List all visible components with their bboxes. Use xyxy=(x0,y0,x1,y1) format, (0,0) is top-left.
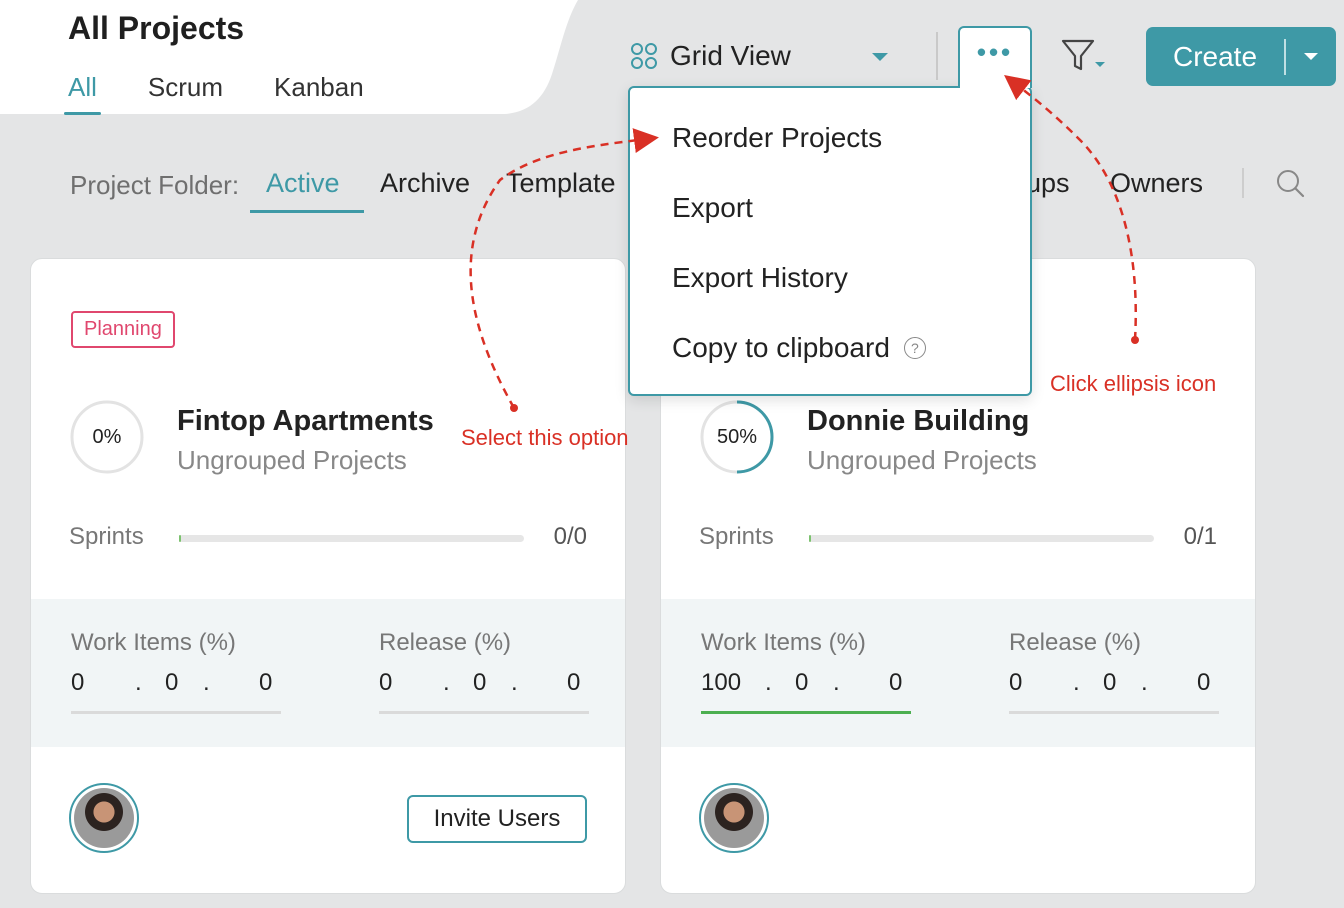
create-button-label: Create xyxy=(1172,40,1258,72)
separator-dot: . xyxy=(135,669,142,696)
progress-percent: 50% xyxy=(716,426,758,448)
active-folder-indicator xyxy=(250,210,364,213)
menu-item-label: Export xyxy=(672,192,753,223)
release-value: 0 xyxy=(1103,669,1117,696)
release-bar xyxy=(1009,711,1219,714)
release-value: 0 xyxy=(473,669,487,696)
view-selector[interactable]: Grid View xyxy=(630,40,888,72)
folder-archive[interactable]: Archive xyxy=(380,168,470,199)
annotation-click-ellipsis: Click ellipsis icon xyxy=(1050,371,1217,396)
project-name[interactable]: Donnie Building xyxy=(807,405,1029,438)
release-value: 0 xyxy=(1197,669,1211,696)
menu-item-label: Reorder Projects xyxy=(672,122,883,153)
progress-percent: 0% xyxy=(92,426,122,448)
release-stat: Release (%) 0 . 0 . 0 xyxy=(1009,629,1219,714)
help-icon[interactable]: ? xyxy=(903,337,926,359)
chevron-down-icon xyxy=(872,53,888,61)
separator-dot: . xyxy=(765,669,772,696)
sprints-label: Sprints xyxy=(699,523,774,550)
project-group: Ungrouped Projects xyxy=(177,445,407,475)
release-values: 0 . 0 . 0 xyxy=(379,669,589,701)
work-items-value: 100 xyxy=(701,669,742,696)
search-button[interactable] xyxy=(1275,168,1307,205)
view-selector-label: Grid View xyxy=(670,40,791,71)
create-button[interactable]: Create xyxy=(1146,27,1336,86)
invite-users-button[interactable]: Invite Users xyxy=(407,795,587,843)
work-items-bar xyxy=(71,711,281,714)
release-values: 0 . 0 . 0 xyxy=(1009,669,1219,701)
work-items-value: 0 xyxy=(165,669,179,696)
avatar[interactable] xyxy=(699,783,769,853)
sprints-count: 0/1 xyxy=(1183,523,1217,550)
project-group: Ungrouped Projects xyxy=(807,445,1037,475)
chevron-down-icon xyxy=(1304,53,1318,60)
toolbar-divider xyxy=(936,32,938,80)
header-panel: All Projects All Scrum Kanban xyxy=(0,0,580,115)
work-items-bar xyxy=(701,711,911,714)
separator-dot: . xyxy=(443,669,450,696)
page-title: All Projects xyxy=(68,10,245,46)
sprints-label: Sprints xyxy=(69,523,144,550)
work-items-value: 0 xyxy=(889,669,903,696)
work-items-label: Work Items (%) xyxy=(71,629,236,656)
menu-item-label: Export History xyxy=(672,262,848,293)
work-items-values: 100 . 0 . 0 xyxy=(701,669,911,701)
avatar-image xyxy=(74,788,134,848)
stats-panel: Work Items (%) 100 . 0 . 0 Release (%) 0… xyxy=(661,599,1255,747)
more-options-button[interactable]: ••• xyxy=(958,26,1032,88)
avatar[interactable] xyxy=(69,783,139,853)
release-stat: Release (%) 0 . 0 . 0 xyxy=(379,629,589,714)
project-type-tabs: All Scrum Kanban xyxy=(64,72,415,115)
release-value: 0 xyxy=(567,669,581,696)
release-label: Release (%) xyxy=(379,629,512,656)
release-label: Release (%) xyxy=(1009,629,1142,656)
release-value: 0 xyxy=(379,669,393,696)
create-dropdown-toggle[interactable] xyxy=(1286,53,1336,60)
separator-dot: . xyxy=(511,669,518,696)
release-value: 0 xyxy=(1009,669,1023,696)
menu-item-reorder-projects[interactable]: Reorder Projects xyxy=(672,122,882,154)
ellipsis-icon: ••• xyxy=(976,37,1014,67)
stats-panel: Work Items (%) 0 . 0 . 0 Release (%) 0 .… xyxy=(31,599,625,747)
separator-dot: . xyxy=(203,669,210,696)
tab-all[interactable]: All xyxy=(64,72,101,115)
work-items-stat: Work Items (%) 0 . 0 . 0 xyxy=(71,629,281,714)
status-badge: Planning xyxy=(71,311,175,348)
sprints-progress-bar xyxy=(809,535,1154,542)
search-icon xyxy=(1277,170,1305,198)
separator-dot: . xyxy=(1073,669,1080,696)
avatar-image xyxy=(704,788,764,848)
menu-item-copy-to-clipboard[interactable]: Copy to clipboard ? xyxy=(672,332,926,364)
menu-item-export[interactable]: Export xyxy=(672,192,753,224)
grid-icon xyxy=(631,43,657,69)
folder-groups[interactable]: ups xyxy=(1026,168,1070,199)
more-options-menu: Reorder Projects Export Export History C… xyxy=(628,86,1032,396)
project-name[interactable]: Fintop Apartments xyxy=(177,405,434,438)
filter-icon xyxy=(1061,39,1105,71)
menu-item-export-history[interactable]: Export History xyxy=(672,262,848,294)
work-items-value: 0 xyxy=(259,669,273,696)
menu-item-label: Copy to clipboard xyxy=(672,332,890,363)
sprints-count: 0/0 xyxy=(553,523,587,550)
filter-button[interactable] xyxy=(1060,38,1108,79)
project-card[interactable]: Planning 0% Fintop Apartments Ungrouped … xyxy=(30,258,626,894)
annotation-select-option: Select this option xyxy=(461,425,629,450)
folder-bar-divider xyxy=(1242,168,1244,198)
work-items-label: Work Items (%) xyxy=(701,629,866,656)
release-bar xyxy=(379,711,589,714)
sprints-progress-bar xyxy=(179,535,524,542)
separator-dot: . xyxy=(1141,669,1148,696)
folder-owners[interactable]: Owners xyxy=(1110,168,1203,199)
folder-template[interactable]: Template xyxy=(506,168,616,199)
work-items-value: 0 xyxy=(795,669,809,696)
project-folder-label: Project Folder: xyxy=(70,170,240,200)
work-items-values: 0 . 0 . 0 xyxy=(71,669,281,701)
tab-kanban[interactable]: Kanban xyxy=(274,72,364,103)
work-items-value: 0 xyxy=(71,669,85,696)
tab-scrum[interactable]: Scrum xyxy=(148,72,223,103)
separator-dot: . xyxy=(833,669,840,696)
folder-active[interactable]: Active xyxy=(266,168,340,199)
work-items-stat: Work Items (%) 100 . 0 . 0 xyxy=(701,629,911,714)
